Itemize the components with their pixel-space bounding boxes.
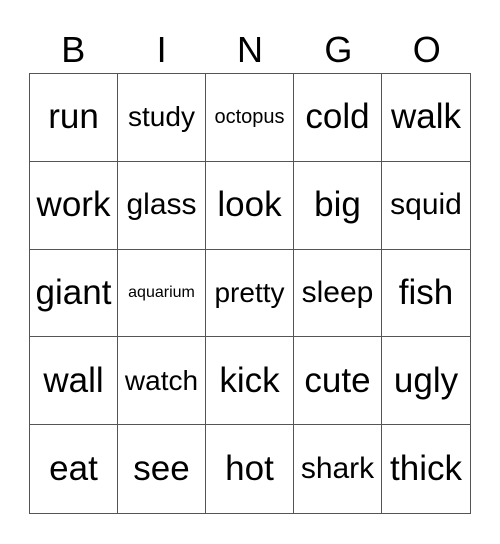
bingo-cell: wall bbox=[30, 337, 118, 426]
bingo-cell: look bbox=[206, 161, 294, 250]
bingo-grid: run study octopus cold walk work glass l… bbox=[29, 73, 471, 514]
bingo-cell: run bbox=[30, 74, 118, 162]
bingo-cell: big bbox=[294, 161, 382, 250]
header-letter-g: G bbox=[324, 29, 353, 70]
bingo-cell: squid bbox=[382, 162, 470, 250]
header-letter-b: B bbox=[61, 29, 86, 70]
bingo-cell: cold bbox=[294, 74, 382, 162]
bingo-cell: see bbox=[118, 425, 206, 513]
bingo-cell: eat bbox=[30, 425, 118, 513]
bingo-cell: aquarium bbox=[118, 249, 206, 338]
bingo-cell: watch bbox=[118, 337, 206, 426]
bingo-cell: walk bbox=[382, 74, 470, 162]
bingo-cell: kick bbox=[206, 337, 294, 426]
bingo-cell: work bbox=[30, 161, 118, 250]
bingo-cell: sleep bbox=[294, 249, 382, 338]
bingo-cell: pretty bbox=[206, 249, 294, 338]
bingo-cell: cute bbox=[294, 337, 382, 426]
header-letter-o: O bbox=[412, 29, 441, 70]
bingo-cell: giant bbox=[30, 249, 118, 338]
bingo-cell: octopus bbox=[206, 74, 294, 162]
bingo-cell: hot bbox=[206, 425, 294, 513]
bingo-header: B I N G O bbox=[29, 28, 471, 72]
bingo-cell: glass bbox=[118, 161, 206, 250]
header-letter-i: I bbox=[156, 29, 167, 70]
bingo-cell: shark bbox=[294, 425, 382, 513]
bingo-cell: study bbox=[118, 74, 206, 162]
bingo-cell: fish bbox=[382, 250, 470, 338]
bingo-cell: ugly bbox=[382, 337, 470, 426]
bingo-cell: thick bbox=[390, 449, 462, 489]
header-letter-n: N bbox=[236, 29, 263, 70]
